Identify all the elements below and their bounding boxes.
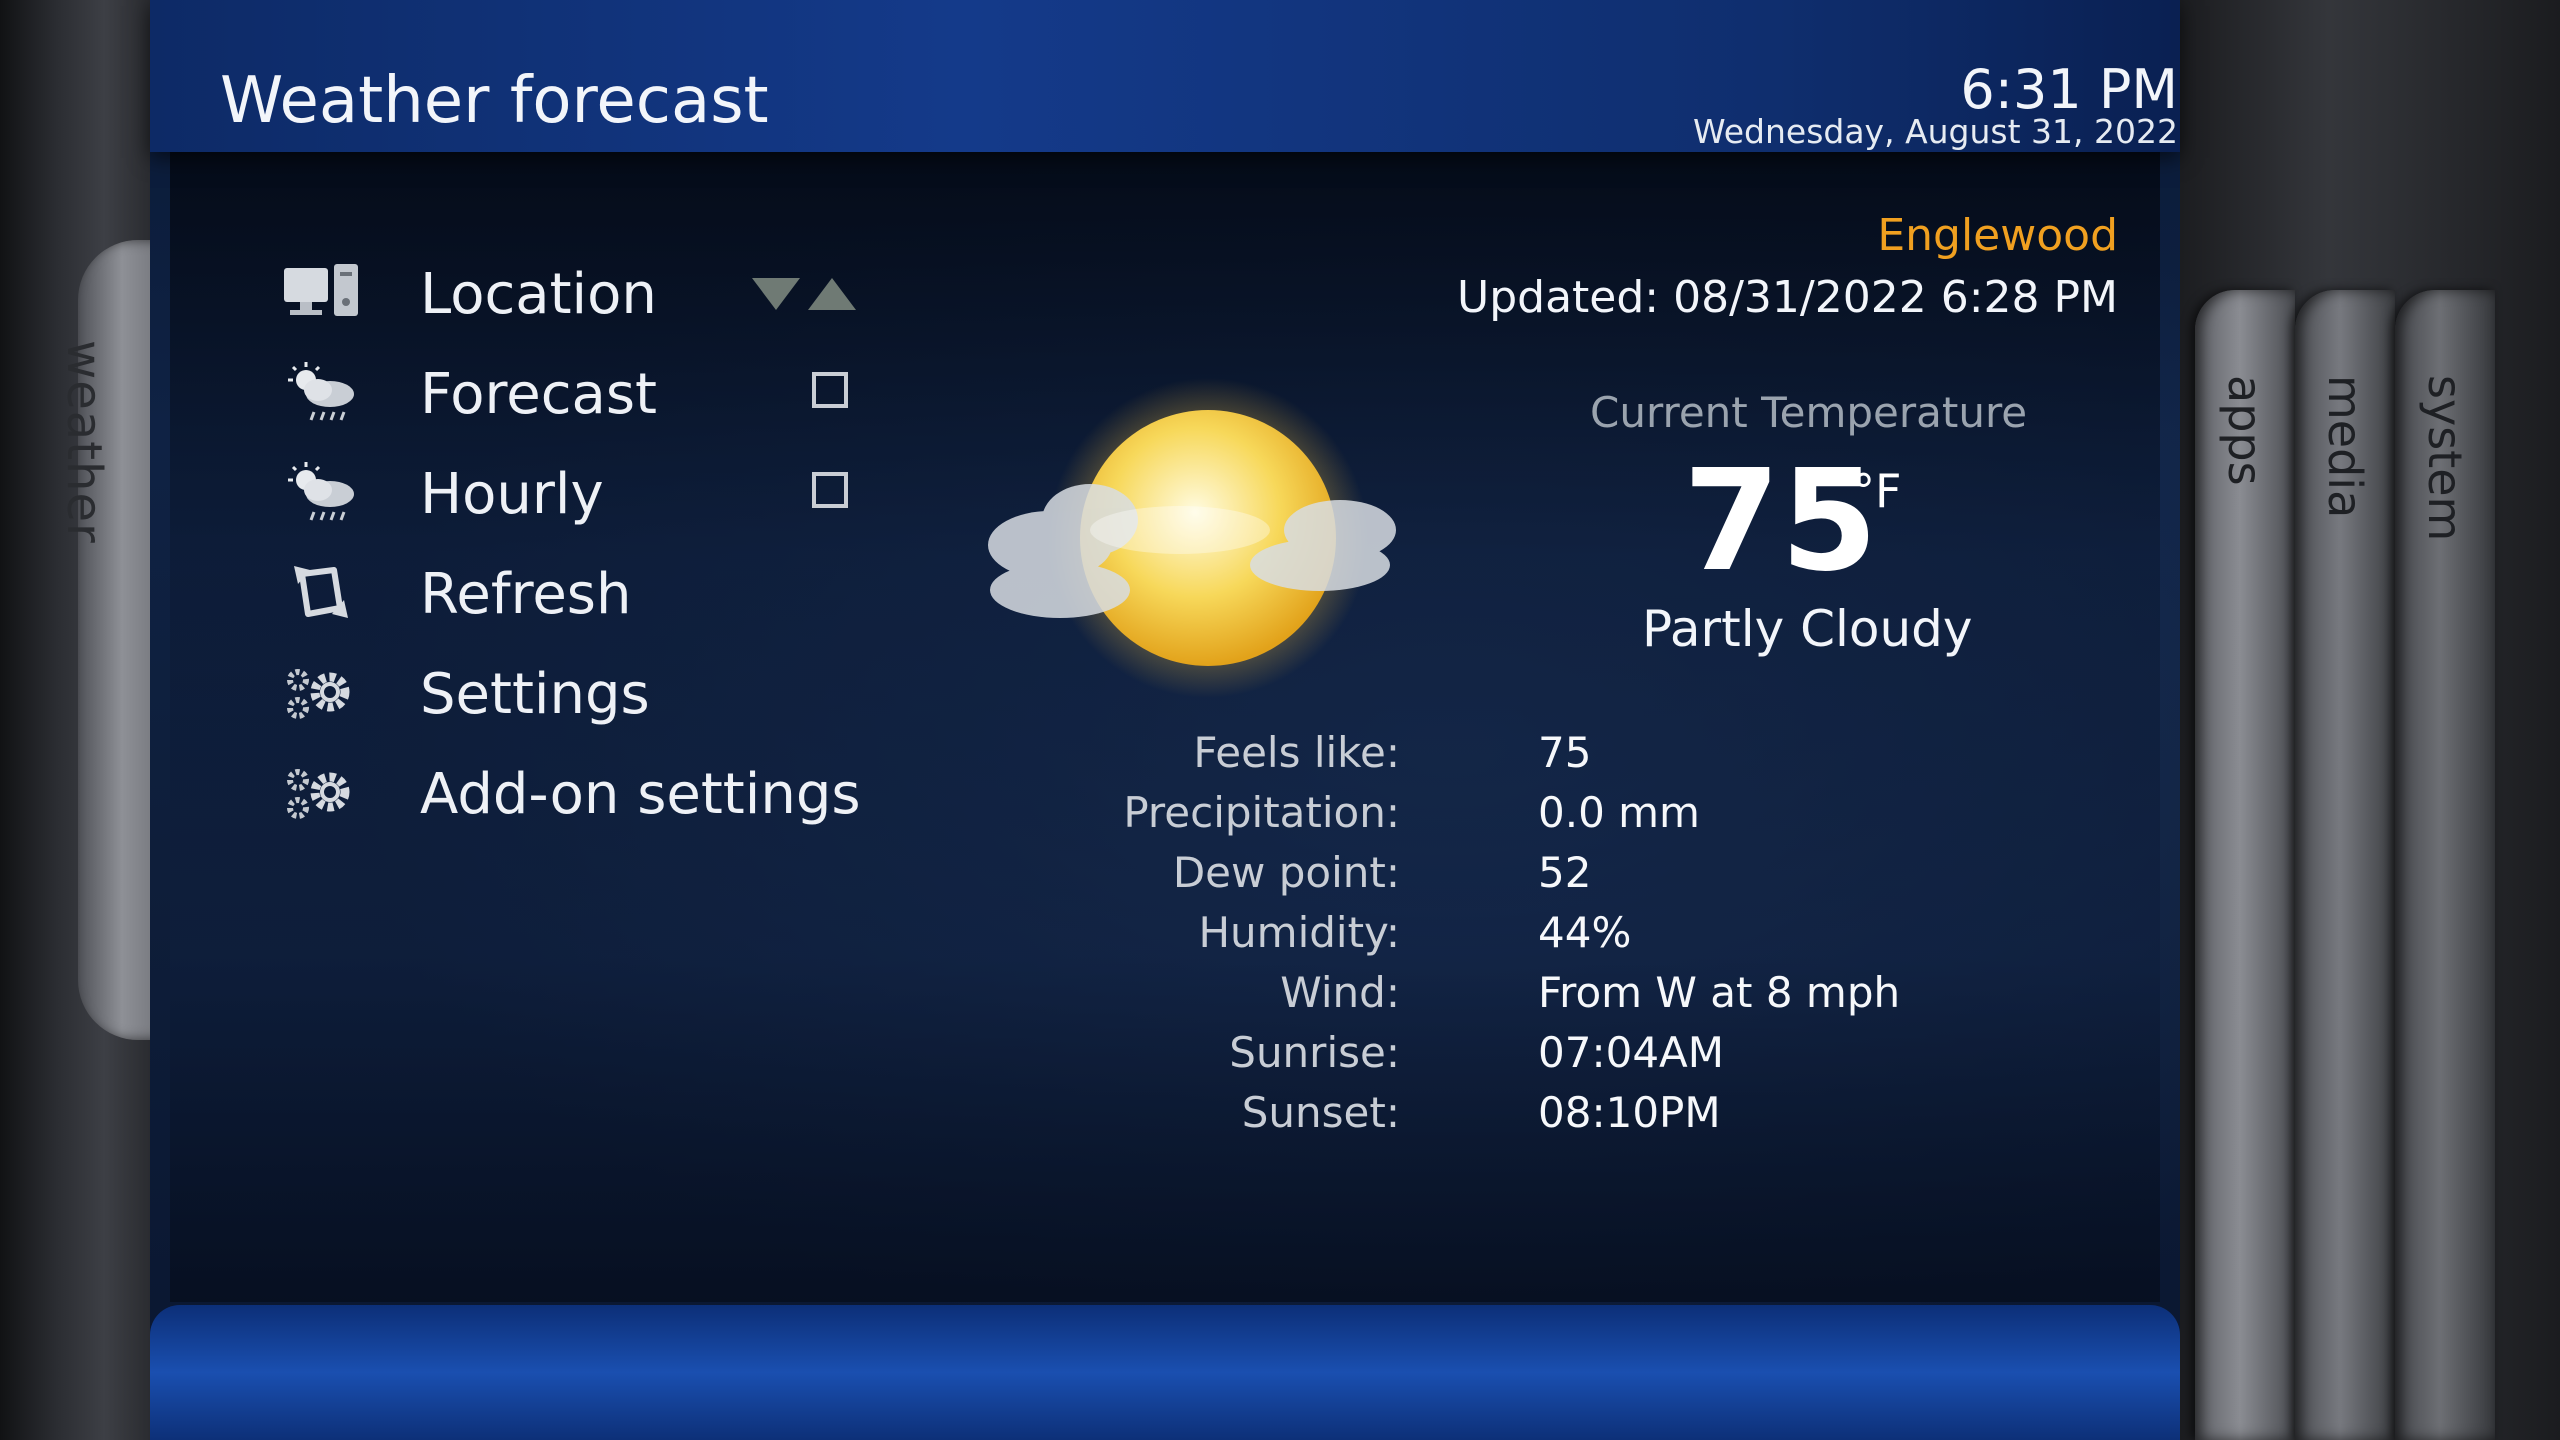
detail-value: 08:10PM — [1538, 1088, 1721, 1137]
location-arrows[interactable] — [750, 274, 870, 314]
detail-value: 75 — [1538, 728, 1592, 777]
current-temperature-label: Current Temperature — [1590, 388, 2028, 437]
last-updated: Updated: 08/31/2022 6:28 PM — [1457, 272, 2118, 323]
menu-item-refresh[interactable]: Refresh — [280, 552, 880, 632]
detail-row-precipitation: Precipitation: 0.0 mm — [0, 788, 2400, 846]
forecast-icon — [288, 362, 354, 421]
media-side-tab-label: media — [2318, 375, 2372, 519]
detail-row-dew-point: Dew point: 52 — [0, 848, 2400, 906]
detail-key: Precipitation: — [1123, 788, 1400, 837]
menu-item-settings-label: Settings — [420, 662, 650, 727]
weather-side-tab-label: weather — [56, 340, 112, 544]
detail-row-feels-like: Feels like: 75 — [0, 728, 2400, 786]
detail-key: Humidity: — [1198, 908, 1400, 957]
system-side-tab-label: system — [2418, 375, 2472, 542]
location-name: Englewood — [1877, 210, 2118, 261]
menu-item-settings[interactable]: Settings — [280, 652, 880, 732]
settings-icon — [287, 669, 350, 719]
detail-key: Wind: — [1280, 968, 1400, 1017]
menu-item-forecast[interactable]: Forecast — [280, 352, 880, 432]
detail-value: From W at 8 mph — [1538, 968, 1901, 1017]
menu-item-forecast-label: Forecast — [420, 362, 657, 427]
menu-item-hourly-label: Hourly — [420, 462, 604, 527]
menu-item-location-label: Location — [420, 262, 657, 327]
location-down-arrow-icon — [752, 278, 800, 310]
page-title: Weather forecast — [220, 64, 769, 138]
forecast-checkbox[interactable] — [812, 372, 848, 408]
footer-bar — [150, 1305, 2180, 1440]
detail-row-sunset: Sunset: 08:10PM — [0, 1088, 2400, 1146]
detail-key: Dew point: — [1172, 848, 1400, 897]
hourly-icon — [288, 462, 354, 521]
detail-key: Sunset: — [1241, 1088, 1400, 1137]
weather-screen: weather apps media system Weather foreca… — [0, 0, 2560, 1440]
apps-side-tab-label: apps — [2218, 375, 2272, 486]
detail-value: 0.0 mm — [1538, 788, 1700, 837]
location-icon — [284, 264, 358, 316]
detail-row-wind: Wind: From W at 8 mph — [0, 968, 2400, 1026]
detail-key: Sunrise: — [1229, 1028, 1400, 1077]
partly-cloudy-icon — [988, 378, 1396, 698]
location-up-arrow-icon — [808, 278, 856, 310]
menu-item-location[interactable]: Location — [280, 252, 880, 332]
detail-value: 44% — [1538, 908, 1632, 957]
menu-item-refresh-label: Refresh — [420, 562, 632, 627]
refresh-icon — [294, 566, 348, 618]
temperature-unit: °F — [1852, 464, 1902, 518]
detail-row-sunrise: Sunrise: 07:04AM — [0, 1028, 2400, 1086]
date: Wednesday, August 31, 2022 — [1693, 112, 2178, 151]
current-condition: Partly Cloudy — [1642, 600, 1973, 658]
menu-item-hourly[interactable]: Hourly — [280, 452, 880, 532]
detail-value: 07:04AM — [1538, 1028, 1725, 1077]
detail-value: 52 — [1538, 848, 1592, 897]
detail-key: Feels like: — [1193, 728, 1400, 777]
current-temperature-value: 75 — [1683, 440, 1878, 603]
detail-row-humidity: Humidity: 44% — [0, 908, 2400, 966]
hourly-checkbox[interactable] — [812, 472, 848, 508]
